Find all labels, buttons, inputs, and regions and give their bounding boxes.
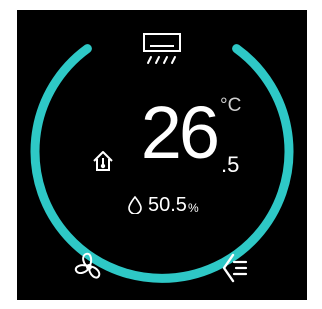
thermostat-screen: 26 .5 °C 50.5 % xyxy=(17,10,307,300)
humidity-unit: % xyxy=(187,201,199,215)
humidity-readout: 50.5 % xyxy=(127,192,199,216)
fan-icon[interactable] xyxy=(72,250,106,284)
device-frame: 26 .5 °C 50.5 % xyxy=(0,0,322,309)
air-conditioner-icon[interactable] xyxy=(142,32,182,68)
humidity-value: 50.5 xyxy=(148,194,187,216)
indoor-temperature-house-icon xyxy=(93,151,113,171)
mode-icon[interactable] xyxy=(221,253,249,283)
temperature-unit: °C xyxy=(220,95,242,116)
water-drop-icon xyxy=(128,196,142,214)
temperature-value: 26 xyxy=(140,91,220,174)
temperature-decimal: .5 xyxy=(221,152,240,177)
